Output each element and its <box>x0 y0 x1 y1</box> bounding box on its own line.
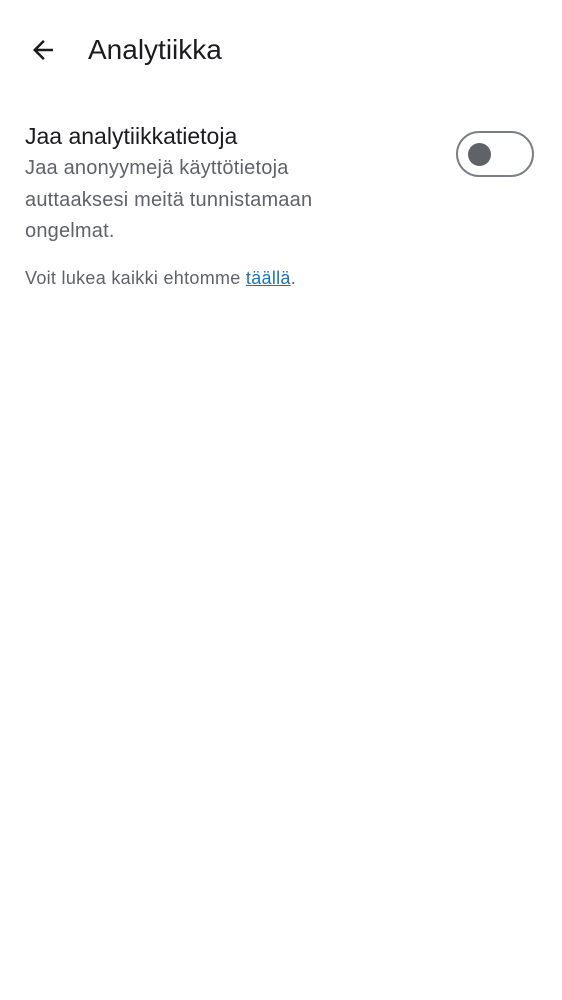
toggle-thumb <box>468 143 491 166</box>
arrow-left-icon <box>33 40 53 60</box>
analytics-setting-description: Jaa anonyymejä käyttötietoja auttaaksesi… <box>25 157 313 242</box>
analytics-toggle-switch[interactable] <box>456 131 534 177</box>
terms-suffix: . <box>290 268 297 288</box>
analytics-setting-row[interactable]: Jaa analytiikkatietoja Jaa anonyymejä kä… <box>25 118 545 248</box>
analytics-setting-title: Jaa analytiikkatietoja <box>25 123 238 149</box>
back-button[interactable] <box>22 29 64 71</box>
terms-link[interactable]: täällä <box>246 268 291 288</box>
app-bar: Analytiikka <box>0 0 562 100</box>
terms-text: Voit lukea kaikki ehtomme täällä. <box>25 266 296 290</box>
page-title: Analytiikka <box>88 34 222 65</box>
terms-prefix: Voit lukea kaikki ehtomme <box>25 268 246 288</box>
